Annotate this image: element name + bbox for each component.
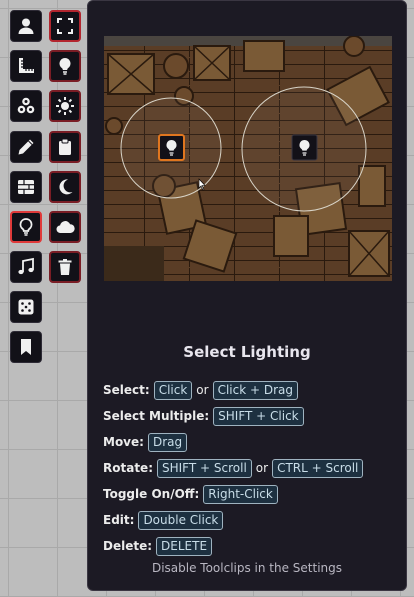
shortcut-key: Drag (147, 432, 188, 452)
cloud-icon (56, 221, 75, 234)
tables-tool-button[interactable] (10, 291, 42, 323)
tooltip-title: Select Lighting (183, 343, 311, 361)
shortcut-label: Delete: (103, 539, 153, 553)
light-sub-tool-button[interactable] (49, 50, 81, 82)
shortcut-key: SHIFT + Scroll (157, 458, 252, 478)
shortcut-separator: or (196, 383, 209, 397)
shortcut-label: Edit: (103, 513, 135, 527)
shortcut-key: Click (153, 380, 193, 400)
clipboard-icon (59, 138, 71, 155)
sounds-tool-button[interactable] (10, 251, 42, 283)
shortcut-separator: or (255, 461, 269, 475)
lighting-tool-button[interactable] (10, 211, 42, 243)
shortcut-key: DELETE (156, 536, 213, 556)
lightbulb-icon (59, 57, 71, 75)
bookmark-icon (21, 339, 31, 355)
lightbulb-icon (19, 218, 33, 236)
tiles-tool-button[interactable] (10, 90, 42, 122)
shortcut-row-toggle: Toggle On/Off: Right-Click (103, 481, 403, 507)
night-tool-button[interactable] (49, 171, 81, 203)
shortcut-key: Right-Click (203, 484, 278, 504)
notes-tool-button[interactable] (49, 131, 81, 163)
shortcut-label: Select Multiple: (103, 409, 210, 423)
shortcut-row-rotate: Rotate: SHIFT + Scroll or CTRL + Scroll (103, 455, 403, 481)
light-settings-tool-button[interactable] (49, 90, 81, 122)
journal-tool-button[interactable] (10, 331, 42, 363)
shortcut-row-edit: Edit: Double Click (103, 507, 403, 533)
music-icon (18, 257, 34, 275)
measure-tool-button[interactable] (10, 50, 42, 82)
shortcut-key: CTRL + Scroll (272, 458, 364, 478)
tavern-map-illustration (104, 36, 392, 281)
drawing-tool-button[interactable] (10, 131, 42, 163)
fullscreen-tool-button[interactable] (49, 10, 81, 42)
light-source[interactable] (291, 134, 318, 161)
shapes-icon (17, 97, 35, 114)
dice-icon (18, 299, 34, 315)
shortcut-label: Rotate: (103, 461, 153, 475)
tool-tooltip: Select Lighting Select: Click or Click +… (87, 0, 407, 591)
clear-tool-button[interactable] (49, 251, 81, 283)
lighting-preview-image (104, 36, 392, 281)
tooltip-footer: Disable Toolclips in the Settings (151, 561, 343, 575)
weather-tool-button[interactable] (49, 211, 81, 243)
brick-icon (18, 180, 34, 194)
ruler-icon (19, 58, 34, 73)
shortcut-key: SHIFT + Click (213, 406, 304, 426)
pencil-icon (18, 139, 34, 155)
user-icon (18, 18, 34, 34)
token-tool-button[interactable] (10, 10, 42, 42)
trash-icon (58, 259, 72, 275)
shortcut-key: Double Click (138, 510, 224, 530)
shortcut-label: Select: (103, 383, 150, 397)
sun-icon (56, 97, 74, 115)
shortcut-label: Move: (103, 435, 144, 449)
light-source-selected[interactable] (158, 134, 185, 161)
shortcut-row-select-multiple: Select Multiple: SHIFT + Click (103, 403, 403, 429)
shortcut-row-move: Move: Drag (103, 429, 403, 455)
shortcut-row-select: Select: Click or Click + Drag (103, 377, 403, 403)
fullscreen-icon (57, 18, 73, 34)
shortcut-key: Click + Drag (212, 380, 298, 400)
moon-icon (59, 179, 73, 195)
walls-tool-button[interactable] (10, 171, 42, 203)
shortcut-row-delete: Delete: DELETE (103, 533, 403, 559)
shortcut-list: Select: Click or Click + Drag Select Mul… (103, 377, 403, 559)
shortcut-label: Toggle On/Off: (103, 487, 200, 501)
